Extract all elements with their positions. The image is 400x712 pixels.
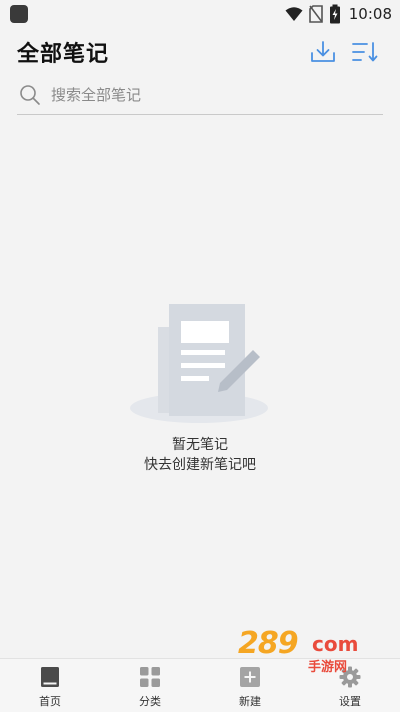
search-input[interactable] bbox=[51, 84, 371, 106]
empty-state: 暂无笔记 快去创建新笔记吧 bbox=[0, 290, 400, 490]
book-icon bbox=[39, 666, 61, 688]
header: 全部笔记 bbox=[0, 28, 400, 78]
watermark-domain: com bbox=[312, 632, 359, 656]
wifi-icon bbox=[285, 7, 303, 21]
status-bar: 10:08 bbox=[0, 0, 400, 28]
search-icon bbox=[20, 85, 40, 105]
status-indicators: 10:08 bbox=[285, 3, 392, 25]
import-button[interactable] bbox=[308, 37, 338, 67]
sort-icon bbox=[352, 42, 378, 62]
battery-charging-icon bbox=[329, 4, 340, 24]
page-title: 全部笔记 bbox=[17, 42, 110, 67]
no-sim-icon bbox=[308, 5, 323, 23]
clock: 10:08 bbox=[348, 5, 392, 23]
watermark-number: 289 bbox=[238, 626, 299, 661]
empty-notes-illustration bbox=[130, 304, 268, 423]
nav-item-categories[interactable]: 分类 bbox=[100, 659, 200, 712]
watermark-logo: 289 com 手游网 bbox=[232, 626, 382, 678]
grid-icon bbox=[139, 666, 161, 688]
nav-label-settings: 设置 bbox=[339, 695, 361, 708]
download-icon bbox=[311, 41, 335, 62]
watermark-text: 手游网 bbox=[308, 660, 348, 675]
nav-item-home[interactable]: 首页 bbox=[0, 659, 100, 712]
sort-button[interactable] bbox=[350, 37, 380, 67]
empty-state-title: 暂无笔记 bbox=[172, 437, 228, 453]
nav-label-new: 新建 bbox=[239, 695, 261, 708]
nav-label-home: 首页 bbox=[39, 695, 61, 708]
app-notification-icon bbox=[10, 5, 28, 23]
empty-state-subtitle: 快去创建新笔记吧 bbox=[144, 457, 256, 473]
search-bar[interactable] bbox=[17, 78, 383, 115]
nav-label-categories: 分类 bbox=[139, 695, 161, 708]
